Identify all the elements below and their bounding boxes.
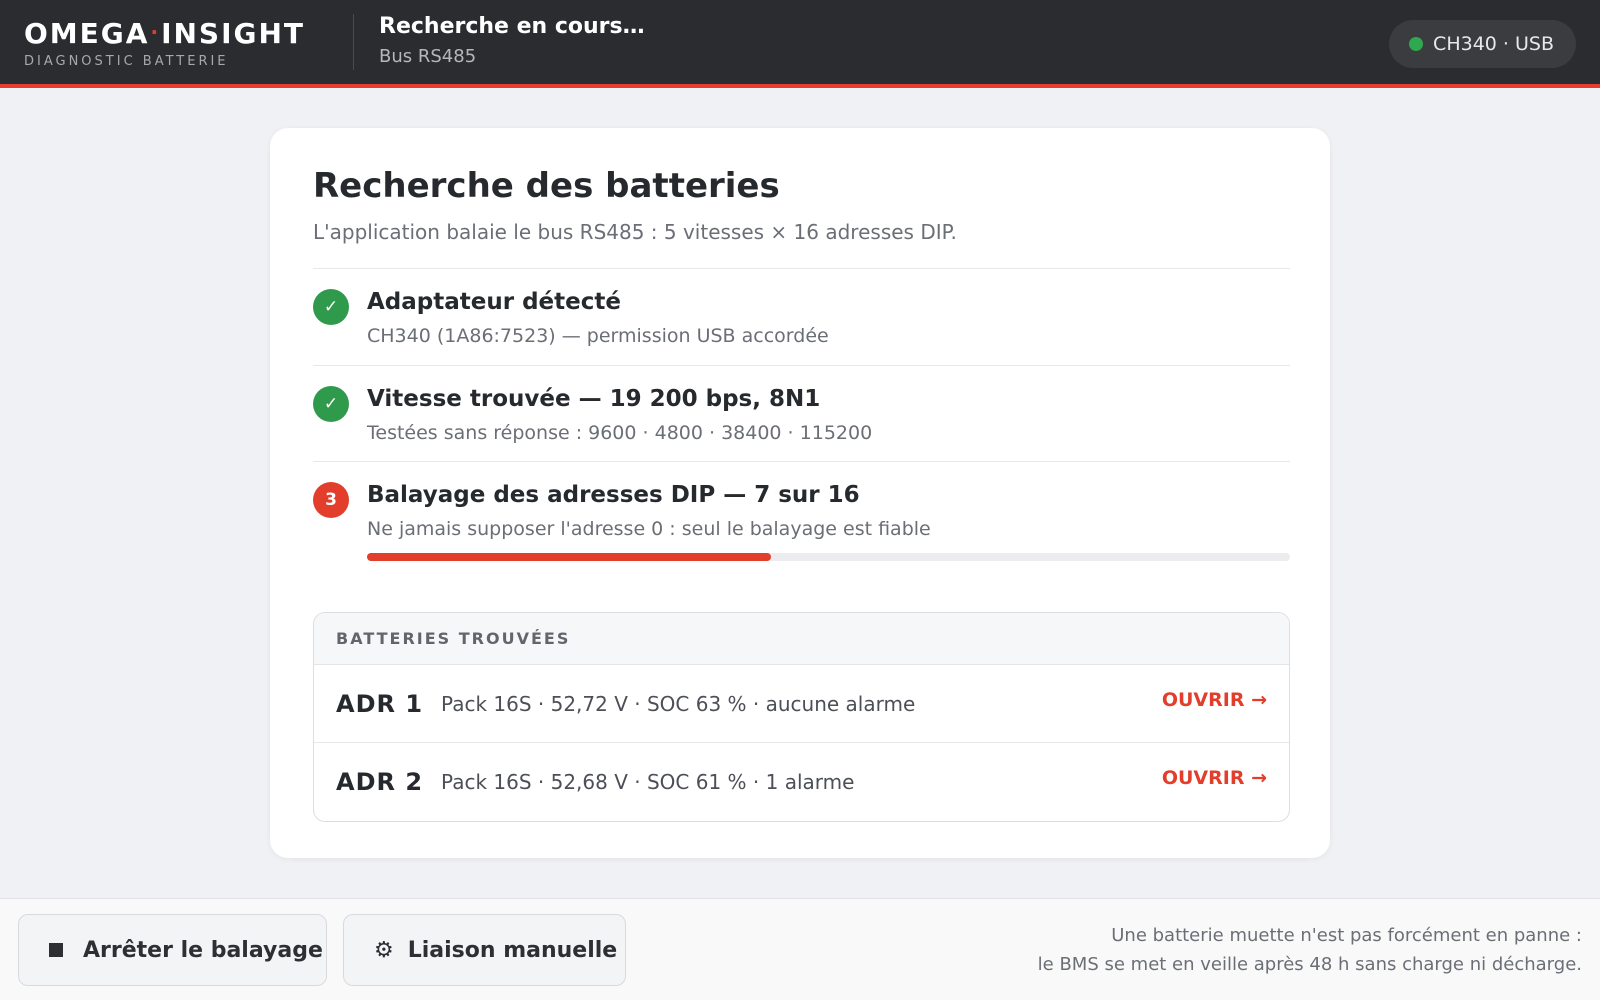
- stop-icon: [49, 943, 63, 957]
- check-icon: ✓: [313, 386, 349, 422]
- battery-summary: Pack 16S · 52,72 V · SOC 63 % · aucune a…: [441, 691, 916, 716]
- gear-icon: ⚙: [374, 937, 394, 963]
- connection-status[interactable]: CH340 · USB: [1389, 20, 1576, 68]
- stop-scan-button[interactable]: Arrêter le balayage: [18, 914, 327, 986]
- step-address-scan: 3 Balayage des adresses DIP — 7 sur 16 N…: [313, 461, 1290, 540]
- step-title: Adaptateur détecté: [367, 289, 621, 315]
- scan-progress-fill: [367, 553, 771, 561]
- status-dot-icon: [1409, 37, 1424, 51]
- step-subtitle: Testées sans réponse : 9600 · 4800 · 384…: [367, 422, 873, 444]
- found-batteries-panel: BATTERIES TROUVÉES ADR 1 Pack 16S · 52,7…: [313, 612, 1290, 822]
- page-title: Recherche en cours…: [379, 14, 645, 39]
- battery-address: ADR 2: [336, 768, 424, 796]
- open-battery-link[interactable]: OUVRIR →: [1162, 767, 1267, 789]
- found-batteries-heading: BATTERIES TROUVÉES: [314, 613, 1289, 665]
- sleep-hint: Une batterie muette n'est pas forcément …: [1038, 921, 1582, 979]
- manual-link-button[interactable]: ⚙ Liaison manuelle: [343, 914, 626, 986]
- battery-row[interactable]: ADR 2 Pack 16S · 52,68 V · SOC 61 % · 1 …: [314, 743, 1289, 821]
- logo-wordmark: OMEGA·INSIGHT: [24, 17, 306, 50]
- step-subtitle: Ne jamais supposer l'adresse 0 : seul le…: [367, 518, 931, 540]
- scan-progress-bar: [367, 553, 1290, 561]
- stop-scan-label: Arrêter le balayage: [83, 937, 323, 963]
- step-title: Balayage des adresses DIP — 7 sur 16: [367, 482, 860, 508]
- step-subtitle: CH340 (1A86:7523) — permission USB accor…: [367, 325, 829, 347]
- connection-label: CH340 · USB: [1433, 33, 1554, 55]
- app-logo: OMEGA·INSIGHT DIAGNOSTIC BATTERIE: [24, 16, 306, 70]
- scan-card: Recherche des batteries L'application ba…: [270, 128, 1330, 858]
- manual-link-label: Liaison manuelle: [407, 937, 618, 963]
- app-header: OMEGA·INSIGHT DIAGNOSTIC BATTERIE Recher…: [0, 0, 1600, 88]
- sleep-hint-line-1: Une batterie muette n'est pas forcément …: [1111, 925, 1582, 946]
- check-icon: ✓: [313, 289, 349, 325]
- sleep-hint-line-2: le BMS se met en veille après 48 h sans …: [1037, 954, 1582, 975]
- card-subtitle: L'application balaie le bus RS485 : 5 vi…: [313, 220, 957, 244]
- battery-address: ADR 1: [336, 689, 424, 718]
- card-title: Recherche des batteries: [313, 166, 780, 206]
- action-footer: Arrêter le balayage ⚙ Liaison manuelle U…: [0, 898, 1600, 1000]
- header-divider: [353, 14, 354, 70]
- step-adapter: ✓ Adaptateur détecté CH340 (1A86:7523) —…: [313, 268, 1290, 365]
- step-baudrate: ✓ Vitesse trouvée — 19 200 bps, 8N1 Test…: [313, 365, 1290, 462]
- battery-row[interactable]: ADR 1 Pack 16S · 52,72 V · SOC 63 % · au…: [314, 665, 1289, 743]
- logo-tagline: DIAGNOSTIC BATTERIE: [24, 54, 229, 69]
- open-battery-link[interactable]: OUVRIR →: [1162, 689, 1267, 711]
- step-number-badge: 3: [313, 482, 349, 518]
- page-subtitle: Bus RS485: [379, 46, 477, 67]
- step-title: Vitesse trouvée — 19 200 bps, 8N1: [367, 386, 821, 412]
- battery-summary: Pack 16S · 52,68 V · SOC 61 % · 1 alarme: [441, 770, 855, 794]
